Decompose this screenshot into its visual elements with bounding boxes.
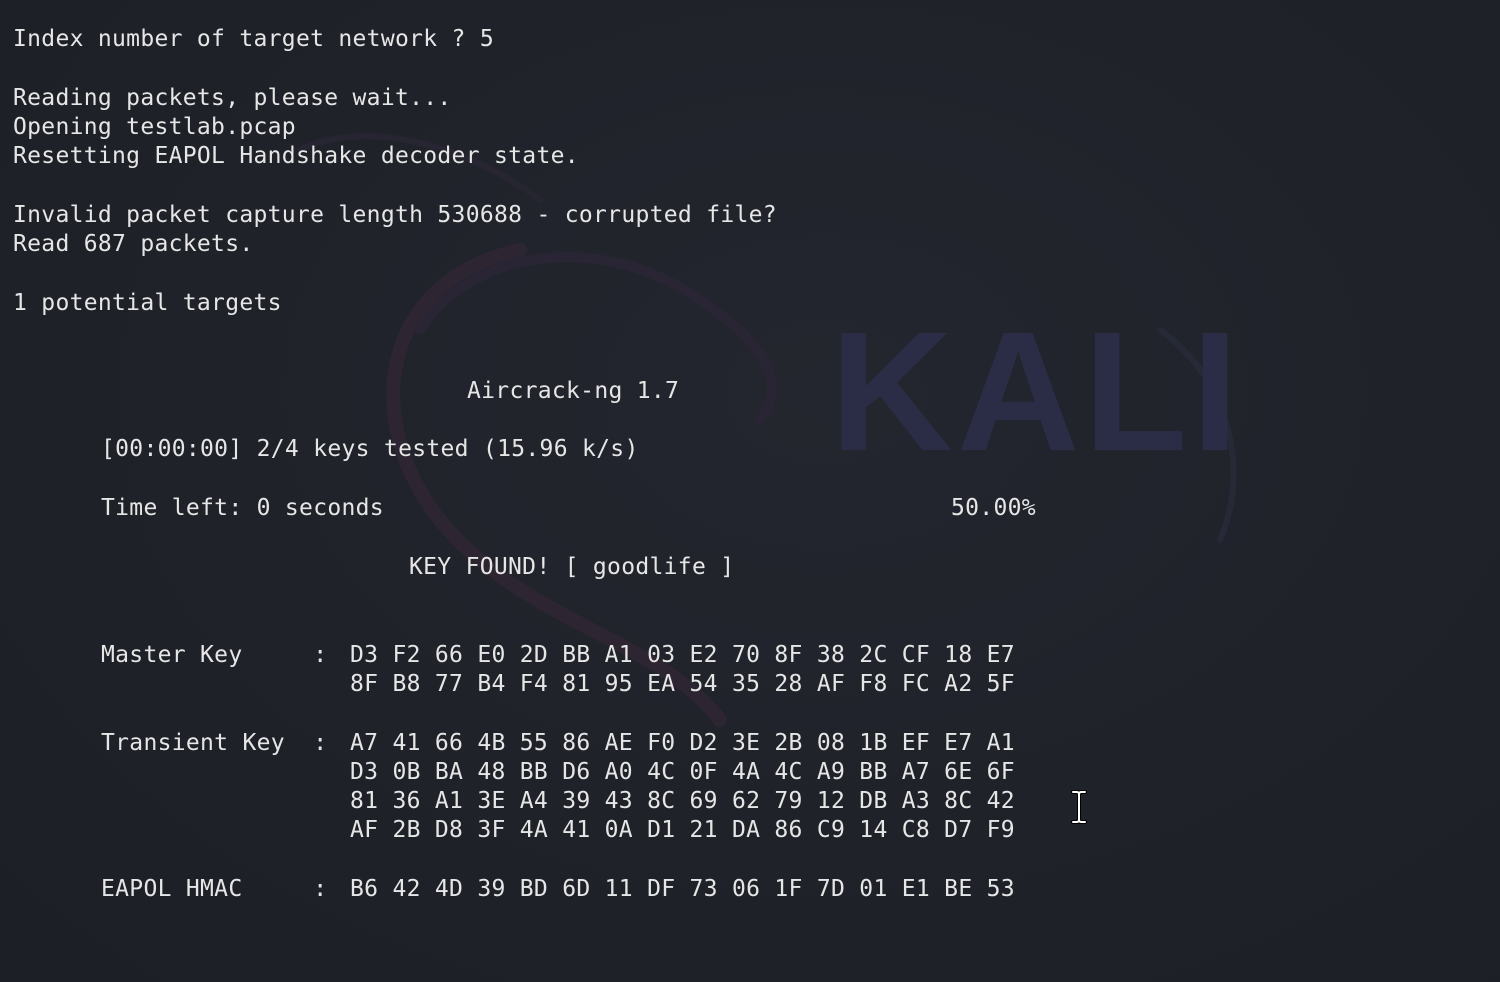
transient-key-row-1: A7 41 66 4B 55 86 AE F0 D2 3E 2B 08 1B E…: [350, 730, 1015, 756]
kali-watermark-text: KALI: [830, 297, 1243, 487]
reading-packets-line: Reading packets, please wait...: [13, 85, 452, 111]
time-left-line: Time left: 0 seconds: [101, 495, 384, 521]
eapol-hmac-row-1: B6 42 4D 39 BD 6D 11 DF 73 06 1F 7D 01 E…: [350, 876, 1015, 902]
master-key-row-2: 8F B8 77 B4 F4 81 95 EA 54 35 28 AF F8 F…: [350, 671, 1015, 697]
eapol-hmac-label: EAPOL HMAC :: [101, 876, 342, 902]
terminal-window[interactable]: KALI Index number of target network ? 5 …: [0, 0, 1500, 982]
transient-key-row-4: AF 2B D8 3F 4A 41 0A D1 21 DA 86 C9 14 C…: [350, 817, 1015, 843]
aircrack-title: Aircrack-ng 1.7: [467, 378, 680, 404]
resetting-decoder-line: Resetting EAPOL Handshake decoder state.: [13, 143, 579, 169]
index-prompt-line: Index number of target network ? 5: [13, 26, 495, 52]
progress-percent: 50.00%: [951, 495, 1036, 521]
transient-key-row-2: D3 0B BA 48 BB D6 A0 4C 0F 4A 4C A9 BB A…: [350, 759, 1015, 785]
transient-key-label: Transient Key :: [101, 730, 342, 756]
i-beam-cursor-icon: [1071, 790, 1087, 824]
read-packets-line: Read 687 packets.: [13, 231, 254, 257]
opening-file-line: Opening testlab.pcap: [13, 114, 296, 140]
potential-targets-line: 1 potential targets: [13, 290, 282, 316]
key-found-line: KEY FOUND! [ goodlife ]: [409, 554, 735, 580]
master-key-row-1: D3 F2 66 E0 2D BB A1 03 E2 70 8F 38 2C C…: [350, 642, 1015, 668]
keys-tested-line: [00:00:00] 2/4 keys tested (15.96 k/s): [101, 436, 639, 462]
invalid-length-line: Invalid packet capture length 530688 - c…: [13, 202, 777, 228]
master-key-label: Master Key :: [101, 642, 342, 668]
transient-key-row-3: 81 36 A1 3E A4 39 43 8C 69 62 79 12 DB A…: [350, 788, 1015, 814]
